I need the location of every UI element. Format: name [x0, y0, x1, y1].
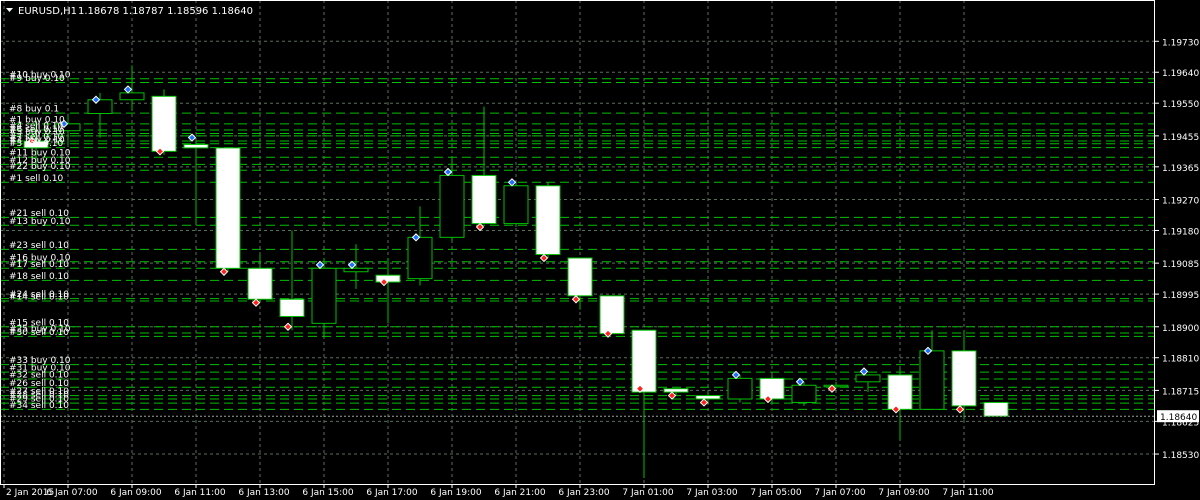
- time-tick-label: 6 Jan 15:00: [302, 488, 354, 498]
- order-label: #1 sell 0.10: [9, 174, 64, 184]
- order-label: #17 sell 0.10: [9, 260, 69, 270]
- candle-body-bear[interactable]: [375, 274, 401, 283]
- order-label: #23 sell 0.10: [9, 241, 69, 251]
- candle-body-bear[interactable]: [471, 174, 497, 225]
- candle-body-bear[interactable]: [983, 401, 1009, 417]
- price-tick-label: 1.19640: [1162, 69, 1199, 79]
- time-tick-label: 6 Jan 21:00: [494, 488, 546, 498]
- price-tick-label: 1.19085: [1162, 260, 1199, 270]
- symbol-timeframe: EURUSD,H1: [18, 6, 77, 17]
- candle-body-bull[interactable]: [503, 185, 529, 225]
- order-label: #8 buy 0.1: [9, 105, 59, 115]
- current-price-label: 1.18640: [1160, 413, 1197, 423]
- order-label: #3 sell 0.10: [9, 139, 64, 149]
- candle-body-bull[interactable]: [727, 377, 753, 400]
- candle-body-bear[interactable]: [951, 350, 977, 407]
- candle-body-bull[interactable]: [919, 350, 945, 410]
- order-label: #30 sell 0.10: [9, 328, 69, 338]
- chart-header: EURUSD,H1 1.18678 1.18787 1.18596 1.1864…: [6, 6, 253, 17]
- price-tick-label: 1.18995: [1162, 291, 1199, 301]
- candle-body-bull[interactable]: [439, 174, 465, 238]
- price-tick-label: 1.19180: [1162, 227, 1199, 237]
- time-tick-label: 7 Jan 01:00: [622, 488, 674, 498]
- price-tick-label: 1.19730: [1162, 38, 1199, 48]
- price-tick-label: 1.18715: [1162, 387, 1199, 397]
- candle-body-bull[interactable]: [823, 384, 849, 388]
- candle-body-bull[interactable]: [407, 236, 433, 280]
- time-tick-label: 7 Jan 11:00: [942, 488, 994, 498]
- candle-body-bull[interactable]: [855, 374, 881, 383]
- time-tick-label: 6 Jan 19:00: [430, 488, 482, 498]
- candle-body-bull[interactable]: [311, 267, 337, 324]
- price-tick-label: 1.19550: [1162, 100, 1199, 110]
- candle-body-bull[interactable]: [791, 384, 817, 403]
- price-tick-label: 1.19365: [1162, 164, 1199, 174]
- ohlc-readout: 1.18678 1.18787 1.18596 1.18640: [78, 6, 253, 17]
- order-label: #18 sell 0.10: [9, 272, 69, 282]
- time-tick-label: 7 Jan 03:00: [686, 488, 738, 498]
- order-label: #34 sell 0.10: [9, 401, 69, 411]
- candle-body-bear[interactable]: [695, 395, 721, 400]
- candle-body-bear[interactable]: [759, 377, 785, 400]
- time-tick-label: 6 Jan 09:00: [110, 488, 162, 498]
- time-tick-label: 6 Jan 13:00: [238, 488, 290, 498]
- order-label: #22 buy 0.10: [9, 162, 71, 172]
- order-label: #9 buy 0.10: [9, 74, 65, 84]
- candle-body-bear[interactable]: [151, 95, 177, 152]
- time-tick-label: 6 Jan 07:00: [46, 488, 98, 498]
- chart-background: [0, 0, 1200, 500]
- candle-body-bear[interactable]: [631, 329, 657, 393]
- candle-body-bear[interactable]: [535, 185, 561, 256]
- candle-body-bear[interactable]: [247, 267, 273, 300]
- chart-canvas[interactable]: #10 buy 0.10#9 buy 0.10#8 buy 0.1#1 buy …: [0, 0, 1200, 500]
- price-tick-label: 1.18900: [1162, 324, 1199, 334]
- candle-body-bull[interactable]: [87, 99, 113, 115]
- time-tick-label: 7 Jan 05:00: [750, 488, 802, 498]
- order-label: #14 sell 0.10: [9, 292, 69, 302]
- time-tick-label: 7 Jan 09:00: [878, 488, 930, 498]
- candle-body-bear[interactable]: [183, 143, 209, 149]
- candle-body-bear[interactable]: [567, 257, 593, 297]
- order-label: #13 buy 0.10: [9, 217, 71, 227]
- candle-body-bear[interactable]: [599, 295, 625, 335]
- candle-body-bull[interactable]: [119, 92, 145, 101]
- candle-body-bear[interactable]: [215, 147, 241, 269]
- time-tick-label: 6 Jan 23:00: [558, 488, 610, 498]
- trading-chart[interactable]: #10 buy 0.10 #9 buy 0.10 #8 buy 0.1 #1 buy …: [0, 0, 1200, 500]
- price-tick-label: 1.18530: [1162, 451, 1199, 461]
- time-tick-label: 7 Jan 07:00: [814, 488, 866, 498]
- order-labels: #10 buy 0.10#9 buy 0.10#8 buy 0.1#1 buy …: [9, 70, 71, 411]
- price-tick-label: 1.19455: [1162, 133, 1199, 143]
- candle-body-bear[interactable]: [887, 374, 913, 410]
- candle-body-bull[interactable]: [343, 267, 369, 273]
- time-tick-label: 6 Jan 17:00: [366, 488, 418, 498]
- price-tick-label: 1.18810: [1162, 355, 1199, 365]
- candle-body-bear[interactable]: [663, 388, 689, 393]
- price-tick-label: 1.19270: [1162, 197, 1199, 207]
- time-tick-label: 6 Jan 11:00: [174, 488, 226, 498]
- candle-body-bear[interactable]: [279, 298, 305, 317]
